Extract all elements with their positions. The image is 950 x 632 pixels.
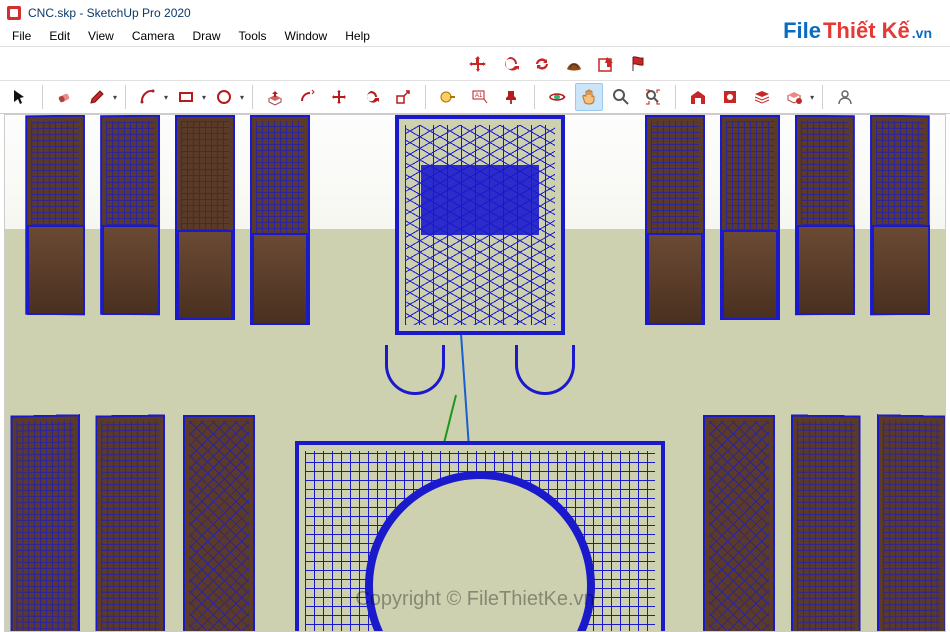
flag-icon[interactable] <box>624 50 652 78</box>
menu-help[interactable]: Help <box>337 27 378 45</box>
panel <box>11 414 80 632</box>
toolbar-separator <box>822 85 823 109</box>
menu-tools[interactable]: Tools <box>231 27 275 45</box>
panel <box>797 225 855 315</box>
text-tool[interactable]: A1 <box>466 83 494 111</box>
panel <box>102 225 160 315</box>
menu-camera[interactable]: Camera <box>124 27 183 45</box>
menu-edit[interactable]: Edit <box>41 27 78 45</box>
eraser-tool[interactable] <box>51 83 79 111</box>
dropdown-caret-icon[interactable]: ▾ <box>240 93 244 102</box>
paint-tool[interactable] <box>498 83 526 111</box>
panel <box>647 233 703 325</box>
dropdown-caret-icon[interactable]: ▾ <box>810 93 814 102</box>
rotate-red-icon[interactable] <box>496 50 524 78</box>
menu-view[interactable]: View <box>80 27 122 45</box>
toolbar-row-2: ▾ ▾ ▾ ▾ A1 ▾ <box>0 80 950 114</box>
toolbar-separator <box>534 85 535 109</box>
panel <box>27 225 85 315</box>
pencil-tool[interactable] <box>83 83 111 111</box>
offset-tool[interactable] <box>293 83 321 111</box>
svg-text:A1: A1 <box>475 93 483 99</box>
screen-stand <box>385 115 575 395</box>
warehouse-tool[interactable] <box>684 83 712 111</box>
dropdown-caret-icon[interactable]: ▾ <box>202 93 206 102</box>
move-tool[interactable] <box>325 83 353 111</box>
app-icon <box>6 5 22 21</box>
rect-tool[interactable] <box>172 83 200 111</box>
menu-window[interactable]: Window <box>277 27 336 45</box>
layers-tool[interactable] <box>748 83 776 111</box>
panel <box>95 415 165 632</box>
scale-tool[interactable] <box>389 83 417 111</box>
extension-tool[interactable] <box>716 83 744 111</box>
pan-tool[interactable] <box>575 83 603 111</box>
zoom-tool[interactable] <box>607 83 635 111</box>
orbit-tool[interactable] <box>543 83 571 111</box>
move-all-icon[interactable] <box>464 50 492 78</box>
viewport-3d[interactable]: Copyright © FileThietKe.vn <box>4 114 946 632</box>
panel <box>722 230 778 320</box>
panel <box>183 415 255 632</box>
arc-tool[interactable] <box>134 83 162 111</box>
toolbar-row-1 <box>0 46 950 80</box>
dropdown-caret-icon[interactable]: ▾ <box>164 93 168 102</box>
zoom-extents-tool[interactable] <box>639 83 667 111</box>
user-tool[interactable] <box>831 83 859 111</box>
window-title: CNC.skp - SketchUp Pro 2020 <box>28 6 191 20</box>
panel <box>703 415 775 632</box>
sync-icon[interactable] <box>528 50 556 78</box>
toolbar-separator <box>125 85 126 109</box>
toolbar-separator <box>42 85 43 109</box>
panel <box>872 225 930 315</box>
panel <box>877 414 946 632</box>
shell-icon[interactable] <box>560 50 588 78</box>
watermark-logo: File Thiết Kế .vn <box>783 18 932 44</box>
select-tool[interactable] <box>6 83 34 111</box>
menu-draw[interactable]: Draw <box>185 27 229 45</box>
panel <box>252 233 308 325</box>
panel <box>177 230 233 320</box>
circle-tool[interactable] <box>210 83 238 111</box>
component-tool[interactable] <box>780 83 808 111</box>
rotate-tool[interactable] <box>357 83 385 111</box>
round-gate <box>295 441 665 632</box>
toolbar-separator <box>425 85 426 109</box>
panel <box>791 415 861 632</box>
menu-file[interactable]: File <box>4 27 39 45</box>
tape-tool[interactable] <box>434 83 462 111</box>
toolbar-separator <box>675 85 676 109</box>
toolbar-separator <box>252 85 253 109</box>
dropdown-caret-icon[interactable]: ▾ <box>113 93 117 102</box>
pushpull-tool[interactable] <box>261 83 289 111</box>
export-icon[interactable] <box>592 50 620 78</box>
